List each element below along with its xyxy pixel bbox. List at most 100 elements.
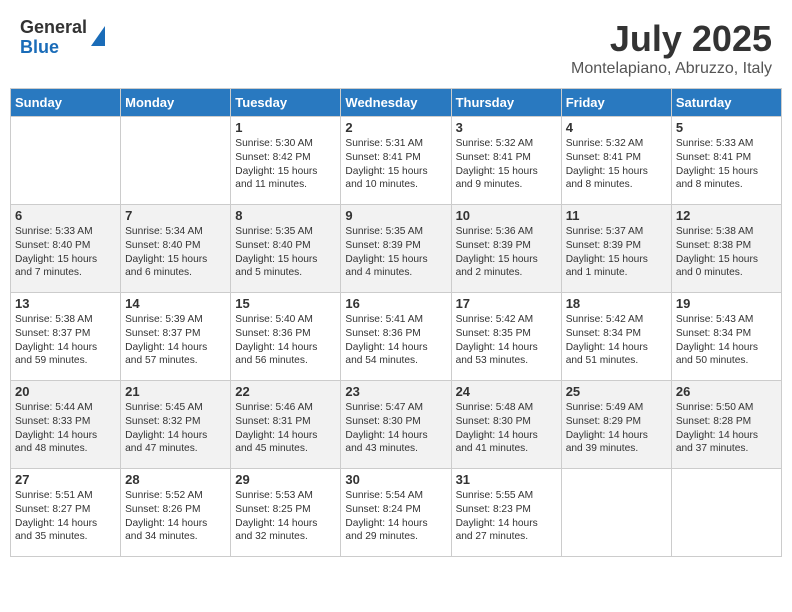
calendar-cell bbox=[561, 469, 671, 557]
day-info: Sunrise: 5:35 AM Sunset: 8:40 PM Dayligh… bbox=[235, 225, 336, 280]
day-number: 16 bbox=[345, 296, 446, 311]
calendar-cell: 20 Sunrise: 5:44 AM Sunset: 8:33 PM Dayli… bbox=[11, 381, 121, 469]
day-number: 30 bbox=[345, 472, 446, 487]
calendar-cell: 13 Sunrise: 5:38 AM Sunset: 8:37 PM Dayli… bbox=[11, 293, 121, 381]
calendar-header-monday: Monday bbox=[121, 89, 231, 117]
calendar-week-row: 13 Sunrise: 5:38 AM Sunset: 8:37 PM Dayli… bbox=[11, 293, 782, 381]
calendar-week-row: 1Sunrise: 5:30 AM Sunset: 8:42 PM Daylig… bbox=[11, 117, 782, 205]
calendar-cell: 9 Sunrise: 5:35 AM Sunset: 8:39 PM Daylig… bbox=[341, 205, 451, 293]
day-number: 26 bbox=[676, 384, 777, 399]
calendar-header-sunday: Sunday bbox=[11, 89, 121, 117]
calendar-cell: 19 Sunrise: 5:43 AM Sunset: 8:34 PM Dayli… bbox=[671, 293, 781, 381]
day-number: 29 bbox=[235, 472, 336, 487]
day-number: 17 bbox=[456, 296, 557, 311]
calendar-cell: 11 Sunrise: 5:37 AM Sunset: 8:39 PM Dayli… bbox=[561, 205, 671, 293]
day-number: 5 bbox=[676, 120, 777, 135]
day-info: Sunrise: 5:37 AM Sunset: 8:39 PM Dayligh… bbox=[566, 225, 667, 280]
day-number: 27 bbox=[15, 472, 116, 487]
calendar-cell: 8 Sunrise: 5:35 AM Sunset: 8:40 PM Daylig… bbox=[231, 205, 341, 293]
day-number: 15 bbox=[235, 296, 336, 311]
day-number: 2 bbox=[345, 120, 446, 135]
calendar-cell: 6Sunrise: 5:33 AM Sunset: 8:40 PM Daylig… bbox=[11, 205, 121, 293]
day-info: Sunrise: 5:34 AM Sunset: 8:40 PM Dayligh… bbox=[125, 225, 226, 280]
calendar-cell: 18 Sunrise: 5:42 AM Sunset: 8:34 PM Dayli… bbox=[561, 293, 671, 381]
day-info: Sunrise: 5:39 AM Sunset: 8:37 PM Dayligh… bbox=[125, 313, 226, 368]
day-number: 19 bbox=[676, 296, 777, 311]
day-info: Sunrise: 5:53 AM Sunset: 8:25 PM Dayligh… bbox=[235, 489, 336, 544]
calendar-cell: 22Sunrise: 5:46 AM Sunset: 8:31 PM Dayli… bbox=[231, 381, 341, 469]
calendar-week-row: 6Sunrise: 5:33 AM Sunset: 8:40 PM Daylig… bbox=[11, 205, 782, 293]
day-info: Sunrise: 5:40 AM Sunset: 8:36 PM Dayligh… bbox=[235, 313, 336, 368]
day-info: Sunrise: 5:35 AM Sunset: 8:39 PM Dayligh… bbox=[345, 225, 446, 280]
day-info: Sunrise: 5:49 AM Sunset: 8:29 PM Dayligh… bbox=[566, 401, 667, 456]
day-number: 21 bbox=[125, 384, 226, 399]
day-info: Sunrise: 5:38 AM Sunset: 8:37 PM Dayligh… bbox=[15, 313, 116, 368]
day-number: 8 bbox=[235, 208, 336, 223]
day-info: Sunrise: 5:51 AM Sunset: 8:27 PM Dayligh… bbox=[15, 489, 116, 544]
logo-text: General Blue bbox=[20, 18, 87, 58]
calendar-cell: 2Sunrise: 5:31 AM Sunset: 8:41 PM Daylig… bbox=[341, 117, 451, 205]
day-number: 12 bbox=[676, 208, 777, 223]
day-info: Sunrise: 5:47 AM Sunset: 8:30 PM Dayligh… bbox=[345, 401, 446, 456]
day-info: Sunrise: 5:44 AM Sunset: 8:33 PM Dayligh… bbox=[15, 401, 116, 456]
day-info: Sunrise: 5:32 AM Sunset: 8:41 PM Dayligh… bbox=[456, 137, 557, 192]
day-info: Sunrise: 5:55 AM Sunset: 8:23 PM Dayligh… bbox=[456, 489, 557, 544]
calendar-header-row: SundayMondayTuesdayWednesdayThursdayFrid… bbox=[11, 89, 782, 117]
logo-triangle-icon bbox=[91, 26, 105, 46]
logo-general: General bbox=[20, 18, 87, 38]
subtitle: Montelapiano, Abruzzo, Italy bbox=[571, 60, 772, 78]
calendar-cell: 15 Sunrise: 5:40 AM Sunset: 8:36 PM Dayli… bbox=[231, 293, 341, 381]
day-info: Sunrise: 5:33 AM Sunset: 8:40 PM Dayligh… bbox=[15, 225, 116, 280]
day-info: Sunrise: 5:52 AM Sunset: 8:26 PM Dayligh… bbox=[125, 489, 226, 544]
calendar-cell bbox=[121, 117, 231, 205]
day-number: 9 bbox=[345, 208, 446, 223]
calendar-cell: 10Sunrise: 5:36 AM Sunset: 8:39 PM Dayli… bbox=[451, 205, 561, 293]
day-info: Sunrise: 5:38 AM Sunset: 8:38 PM Dayligh… bbox=[676, 225, 777, 280]
day-number: 24 bbox=[456, 384, 557, 399]
calendar-header-thursday: Thursday bbox=[451, 89, 561, 117]
day-number: 18 bbox=[566, 296, 667, 311]
calendar-cell bbox=[11, 117, 121, 205]
calendar-cell: 1Sunrise: 5:30 AM Sunset: 8:42 PM Daylig… bbox=[231, 117, 341, 205]
day-number: 11 bbox=[566, 208, 667, 223]
calendar-cell: 23 Sunrise: 5:47 AM Sunset: 8:30 PM Dayli… bbox=[341, 381, 451, 469]
day-number: 31 bbox=[456, 472, 557, 487]
day-info: Sunrise: 5:30 AM Sunset: 8:42 PM Dayligh… bbox=[235, 137, 336, 192]
logo-blue: Blue bbox=[20, 38, 87, 58]
calendar-cell: 3Sunrise: 5:32 AM Sunset: 8:41 PM Daylig… bbox=[451, 117, 561, 205]
day-number: 25 bbox=[566, 384, 667, 399]
day-info: Sunrise: 5:42 AM Sunset: 8:34 PM Dayligh… bbox=[566, 313, 667, 368]
calendar-cell: 14Sunrise: 5:39 AM Sunset: 8:37 PM Dayli… bbox=[121, 293, 231, 381]
day-number: 20 bbox=[15, 384, 116, 399]
title-area: July 2025 Montelapiano, Abruzzo, Italy bbox=[571, 18, 772, 78]
calendar-cell: 5Sunrise: 5:33 AM Sunset: 8:41 PM Daylig… bbox=[671, 117, 781, 205]
calendar-cell: 16 Sunrise: 5:41 AM Sunset: 8:36 PM Dayli… bbox=[341, 293, 451, 381]
day-info: Sunrise: 5:45 AM Sunset: 8:32 PM Dayligh… bbox=[125, 401, 226, 456]
calendar-header-wednesday: Wednesday bbox=[341, 89, 451, 117]
calendar-cell: 28Sunrise: 5:52 AM Sunset: 8:26 PM Dayli… bbox=[121, 469, 231, 557]
day-info: Sunrise: 5:43 AM Sunset: 8:34 PM Dayligh… bbox=[676, 313, 777, 368]
calendar-header-tuesday: Tuesday bbox=[231, 89, 341, 117]
calendar-cell: 31 Sunrise: 5:55 AM Sunset: 8:23 PM Dayli… bbox=[451, 469, 561, 557]
day-info: Sunrise: 5:46 AM Sunset: 8:31 PM Dayligh… bbox=[235, 401, 336, 456]
calendar-cell: 7 Sunrise: 5:34 AM Sunset: 8:40 PM Daylig… bbox=[121, 205, 231, 293]
calendar-cell: 25 Sunrise: 5:49 AM Sunset: 8:29 PM Dayli… bbox=[561, 381, 671, 469]
calendar-cell: 27 Sunrise: 5:51 AM Sunset: 8:27 PM Dayli… bbox=[11, 469, 121, 557]
day-info: Sunrise: 5:32 AM Sunset: 8:41 PM Dayligh… bbox=[566, 137, 667, 192]
calendar-cell: 26Sunrise: 5:50 AM Sunset: 8:28 PM Dayli… bbox=[671, 381, 781, 469]
calendar-table: SundayMondayTuesdayWednesdayThursdayFrid… bbox=[10, 88, 782, 557]
calendar-header-friday: Friday bbox=[561, 89, 671, 117]
calendar-cell: 29 Sunrise: 5:53 AM Sunset: 8:25 PM Dayli… bbox=[231, 469, 341, 557]
day-info: Sunrise: 5:54 AM Sunset: 8:24 PM Dayligh… bbox=[345, 489, 446, 544]
day-info: Sunrise: 5:41 AM Sunset: 8:36 PM Dayligh… bbox=[345, 313, 446, 368]
day-number: 4 bbox=[566, 120, 667, 135]
day-number: 10 bbox=[456, 208, 557, 223]
calendar-cell: 4 Sunrise: 5:32 AM Sunset: 8:41 PM Daylig… bbox=[561, 117, 671, 205]
day-number: 23 bbox=[345, 384, 446, 399]
day-number: 13 bbox=[15, 296, 116, 311]
calendar-week-row: 20 Sunrise: 5:44 AM Sunset: 8:33 PM Dayli… bbox=[11, 381, 782, 469]
page-header: General Blue July 2025 Montelapiano, Abr… bbox=[10, 10, 782, 82]
calendar-week-row: 27 Sunrise: 5:51 AM Sunset: 8:27 PM Dayli… bbox=[11, 469, 782, 557]
calendar-cell: 24Sunrise: 5:48 AM Sunset: 8:30 PM Dayli… bbox=[451, 381, 561, 469]
day-number: 7 bbox=[125, 208, 226, 223]
